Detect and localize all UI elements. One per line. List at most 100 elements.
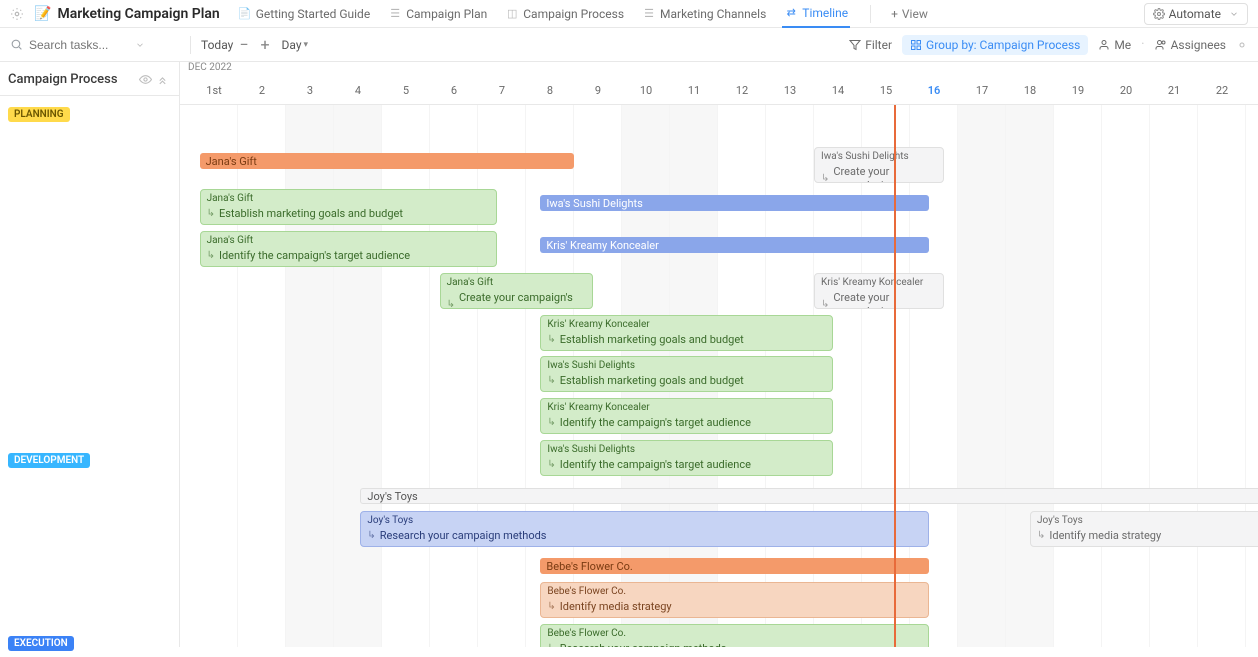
day-number: 1st xyxy=(190,80,238,97)
day-header[interactable]: 21 xyxy=(1150,80,1198,104)
day-header[interactable]: 13 xyxy=(766,80,814,104)
timeline-bar[interactable]: Iwa's Sushi Delights xyxy=(540,195,929,211)
timeline-task[interactable]: Kris' Kreamy Koncealer↳Identify the camp… xyxy=(540,398,833,434)
task-parent: Jana's Gift xyxy=(447,277,587,289)
timeline-bar[interactable]: Kris' Kreamy Koncealer xyxy=(540,237,929,253)
day-header[interactable]: 18 xyxy=(1006,80,1054,104)
page-title-row: 📝 Marketing Campaign Plan xyxy=(34,6,220,22)
day-number: 13 xyxy=(766,80,814,97)
day-header[interactable]: 15 xyxy=(862,80,910,104)
subbar: Today − + Day ▾ Filter Group by: Campaig… xyxy=(0,28,1258,62)
day-header[interactable]: 7 xyxy=(478,80,526,104)
group-planning[interactable]: PLANNING xyxy=(0,100,179,128)
collapse-icon[interactable] xyxy=(156,73,169,86)
day-header[interactable]: 19 xyxy=(1054,80,1102,104)
task-parent: Jana's Gift xyxy=(207,235,491,247)
timeline-bar[interactable]: Bebe's Flower Co. xyxy=(540,558,929,574)
tab-campaign-process[interactable]: ◫Campaign Process xyxy=(503,3,626,25)
timeline-task[interactable]: Joy's Toys↳Identify media strategy xyxy=(1030,511,1258,547)
view-tabs: 📄Getting Started Guide ☰Campaign Plan ◫Cam… xyxy=(236,2,850,26)
day-number: 4 xyxy=(334,80,382,97)
day-header[interactable]: 17 xyxy=(958,80,1006,104)
search-input[interactable] xyxy=(29,38,129,52)
day-header[interactable]: 1st xyxy=(190,80,238,104)
day-header[interactable]: 10 xyxy=(622,80,670,104)
subtask-icon: ↳ xyxy=(367,529,375,543)
zoom-in-button[interactable]: + xyxy=(254,35,275,54)
tab-campaign-plan[interactable]: ☰Campaign Plan xyxy=(386,3,489,25)
now-line xyxy=(894,105,896,647)
day-header[interactable]: 23 xyxy=(1246,80,1258,104)
chevron-down-icon[interactable] xyxy=(135,40,145,50)
day-header[interactable]: 4 xyxy=(334,80,382,104)
search-box[interactable] xyxy=(10,38,180,52)
timeline-task[interactable]: Kris' Kreamy Koncealer↳Create your campa… xyxy=(814,273,944,309)
day-header[interactable]: 2 xyxy=(238,80,286,104)
page-title: Marketing Campaign Plan xyxy=(57,6,219,22)
timeline-task[interactable]: Bebe's Flower Co.↳Research your campaign… xyxy=(540,624,929,647)
timeline-task[interactable]: Iwa's Sushi Delights↳Create your campaig… xyxy=(814,147,944,183)
left-column-header: Campaign Process xyxy=(0,62,179,96)
task-title: Establish marketing goals and budget xyxy=(560,333,744,347)
day-header[interactable]: 14 xyxy=(814,80,862,104)
task-title: Create your campaign's m... xyxy=(833,165,936,183)
timeline-task[interactable]: Iwa's Sushi Delights↳Establish marketing… xyxy=(540,356,833,392)
timeline-task[interactable]: Jana's Gift↳Identify the campaign's targ… xyxy=(200,231,498,267)
assignees-button[interactable]: Assignees xyxy=(1155,38,1226,52)
month-label: DEC 2022 xyxy=(180,62,1258,80)
me-label: Me xyxy=(1114,38,1131,52)
tab-label: Campaign Plan xyxy=(406,7,487,21)
add-view-button[interactable]: + View xyxy=(891,7,928,21)
timeline-task[interactable]: Joy's Toys↳Research your campaign method… xyxy=(360,511,929,547)
day-header[interactable]: 6 xyxy=(430,80,478,104)
day-header[interactable]: 11 xyxy=(670,80,718,104)
filter-label: Filter xyxy=(865,38,892,52)
today-button[interactable]: Today xyxy=(201,38,233,52)
day-header[interactable]: 3 xyxy=(286,80,334,104)
timeline-task[interactable]: Kris' Kreamy Koncealer↳Establish marketi… xyxy=(540,315,833,351)
subtask-icon: ↳ xyxy=(547,642,555,647)
bar-label: Bebe's Flower Co. xyxy=(546,560,632,573)
scale-selector[interactable]: Day ▾ xyxy=(282,38,309,52)
day-number: 14 xyxy=(814,80,862,97)
timeline-task[interactable]: Iwa's Sushi Delights↳Identify the campai… xyxy=(540,440,833,476)
automate-button[interactable]: Automate xyxy=(1144,3,1248,25)
task-title: Identify media strategy xyxy=(560,600,672,614)
day-number: 16 xyxy=(910,80,958,97)
app-icon[interactable] xyxy=(10,7,24,21)
timeline-task[interactable]: Bebe's Flower Co.↳Identify media strateg… xyxy=(540,582,929,618)
task-parent: Kris' Kreamy Koncealer xyxy=(547,402,826,414)
tab-timeline[interactable]: ⇄Timeline xyxy=(782,2,850,28)
day-header[interactable]: 22 xyxy=(1198,80,1246,104)
timeline-bar[interactable]: Jana's Gift xyxy=(200,153,574,169)
timeline-task[interactable]: Jana's Gift↳Create your campaign's m... xyxy=(440,273,594,309)
day-number: 11 xyxy=(670,80,718,97)
tab-getting-started-guide[interactable]: 📄Getting Started Guide xyxy=(236,3,372,25)
tab-label: Getting Started Guide xyxy=(256,7,370,21)
group-execution[interactable]: EXECUTION xyxy=(0,629,179,657)
group-heading: Campaign Process xyxy=(8,72,118,87)
day-header[interactable]: 8 xyxy=(526,80,574,104)
timeline-task[interactable]: Jana's Gift↳Establish marketing goals an… xyxy=(200,189,498,225)
group-development[interactable]: DEVELOPMENT xyxy=(0,446,179,474)
task-title: Create your campaign's m... xyxy=(459,291,586,309)
eye-icon[interactable] xyxy=(139,73,152,86)
day-header[interactable]: 16 xyxy=(910,80,958,104)
zoom-out-button[interactable]: − xyxy=(233,35,254,54)
day-header[interactable]: 5 xyxy=(382,80,430,104)
day-header[interactable]: 20 xyxy=(1102,80,1150,104)
grid-column xyxy=(1054,105,1102,647)
filter-button[interactable]: Filter xyxy=(849,38,892,52)
day-header[interactable]: 12 xyxy=(718,80,766,104)
sun-icon[interactable] xyxy=(1236,39,1248,51)
day-header[interactable]: 9 xyxy=(574,80,622,104)
timeline-area[interactable]: DEC 2022 1st2345678910111213141516171819… xyxy=(180,62,1258,647)
me-button[interactable]: Me xyxy=(1098,38,1131,52)
day-number: 12 xyxy=(718,80,766,97)
tab-marketing-channels[interactable]: ☰Marketing Channels xyxy=(640,3,768,25)
groupby-button[interactable]: Group by: Campaign Process xyxy=(902,35,1088,55)
timeline-bar[interactable]: Joy's Toys xyxy=(360,488,1258,504)
pill-development: DEVELOPMENT xyxy=(8,453,90,468)
plus-icon: + xyxy=(891,7,898,21)
chevron-down-icon xyxy=(1229,9,1239,19)
